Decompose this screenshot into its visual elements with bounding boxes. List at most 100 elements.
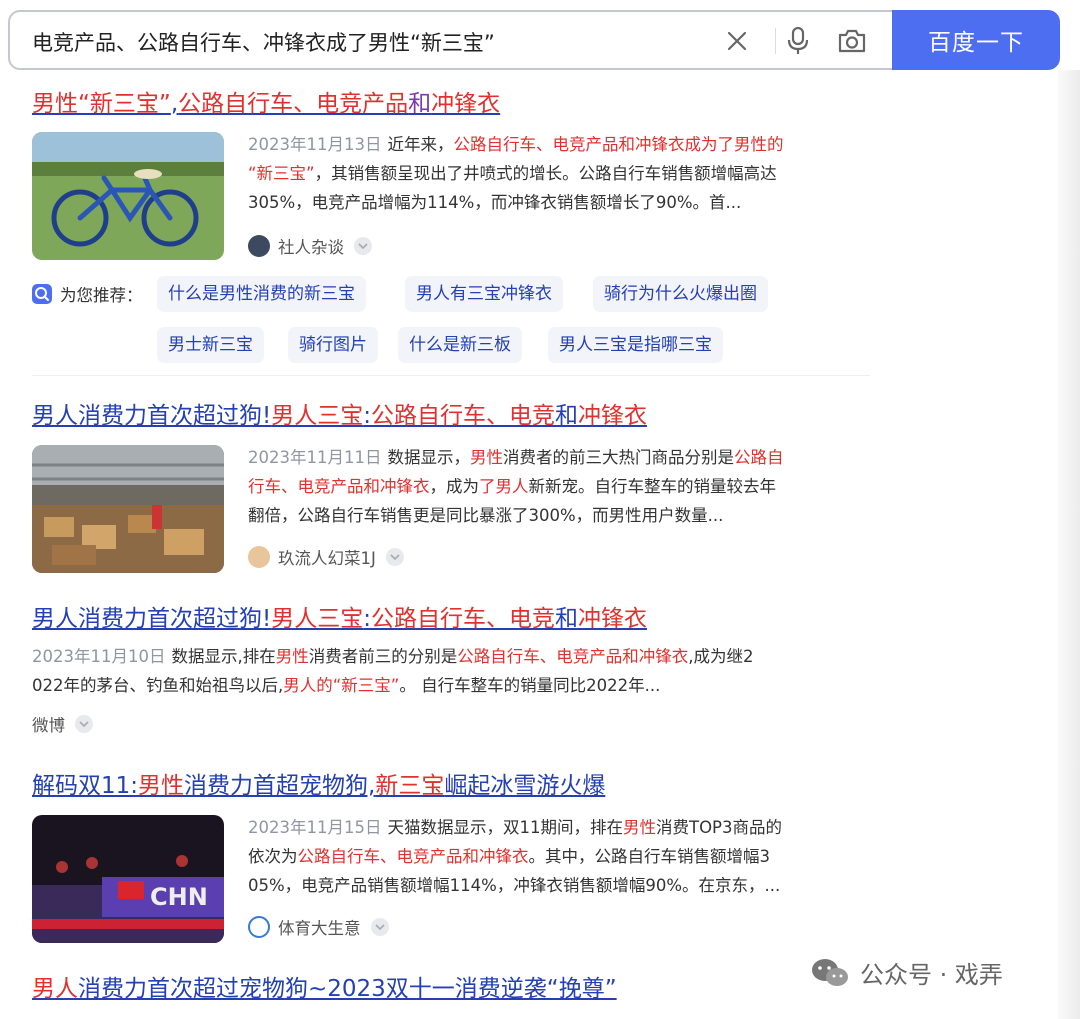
result-source[interactable]: 微博 — [32, 712, 93, 736]
text-segment: 数据显示,排在 — [171, 647, 276, 666]
highlight-text: 男性 — [275, 647, 309, 666]
result-thumbnail-bicycle[interactable] — [32, 132, 224, 260]
highlight-text: 公路自 — [733, 448, 784, 467]
microphone-icon[interactable] — [783, 26, 813, 56]
text-segment: : — [363, 606, 371, 632]
result-source[interactable]: 玖流人幻菜1J — [248, 545, 404, 569]
result-snippet: 2023年11月10日 数据显示,排在男性消费者前三的分别是公路自行车、电竞产品和… — [32, 642, 872, 700]
source-avatar — [248, 546, 270, 568]
highlight-text: 行车、电竞产品和冲锋衣 — [248, 477, 430, 496]
result-thumbnail-stage[interactable]: CHN — [32, 815, 224, 943]
divider — [775, 28, 776, 54]
highlight-text: 男性 — [138, 773, 185, 799]
recommend-label-text: 为您推荐： — [60, 286, 143, 305]
snippet-line: 022年的茅台、钓鱼和始祖鸟以后,男人的“新三宝”。 自行车整车的销量同比202… — [32, 671, 872, 700]
text-segment: 305%，电竞产品增幅为114%，而冲锋衣销售额增长了90%。首... — [248, 193, 742, 212]
snippet-line: 305%，电竞产品增幅为114%，而冲锋衣销售额增长了90%。首... — [248, 188, 873, 217]
result-5: 男人消费力首次超过宠物狗~2023双十一消费逆袭“挽尊” — [32, 973, 872, 1005]
more-icon[interactable] — [354, 237, 372, 255]
highlight-text: 公路自行车、电竞产品和冲锋衣 — [457, 647, 689, 666]
highlight-text: 公路自行车、电竞 — [370, 606, 555, 632]
recommend-tag[interactable]: 骑行图片 — [288, 327, 378, 363]
highlight-text: 男人三宝 — [271, 606, 364, 632]
search-input[interactable]: 电竞产品、公路自行车、冲锋衣成了男性“新三宝” — [8, 10, 900, 70]
text-segment: 。 自行车整车的销量同比2022年... — [399, 676, 661, 695]
highlight-text: 冲锋衣 — [577, 606, 647, 632]
text-segment: 和 — [554, 606, 578, 632]
text-segment: 新新宠。自行车整车的销量较去年 — [528, 477, 777, 496]
highlight-text: 男人三宝 — [271, 403, 364, 429]
svg-text:CHN: CHN — [150, 883, 208, 911]
recommend-tag[interactable]: 男人三宝是指哪三宝 — [548, 327, 723, 363]
highlight-text: 男性 — [469, 448, 503, 467]
search-query-text[interactable]: 电竞产品、公路自行车、冲锋衣成了男性“新三宝” — [32, 27, 495, 57]
text-segment: ,成为继2 — [688, 647, 754, 666]
highlight-text: 公路自行车、电竞产品 — [178, 91, 409, 117]
result-title[interactable]: 解码双11:男性消费力首超宠物狗,新三宝崛起冰雪游火爆 — [32, 770, 872, 802]
recommend-label: 为您推荐： — [32, 282, 143, 306]
search-bar: 电竞产品、公路自行车、冲锋衣成了男性“新三宝” 百度一下 — [8, 10, 1060, 70]
highlight-text: 男性“新三宝” — [32, 91, 171, 117]
recommend-tag[interactable]: 什么是新三板 — [398, 327, 522, 363]
text-segment: 天猫数据显示，双11期间，排在 — [387, 818, 623, 837]
text-segment: 消费力首次超过宠物狗~2023双十一消费逆袭“挽尊” — [78, 976, 617, 1002]
snippet-line: 依次为公路自行车、电竞产品和冲锋衣。其中，公路自行车销售额增幅3 — [248, 842, 873, 871]
result-snippet: 2023年11月15日 天猫数据显示，双11期间，排在男性消费TOP3商品的 依次为… — [248, 813, 873, 900]
highlight-text: 公路自行车、电竞产品和冲锋衣 — [297, 847, 529, 866]
result-2: 男人消费力首次超过狗!男人三宝:公路自行车、电竞和冲锋衣 — [32, 400, 872, 432]
highlight-text: 了男人 — [479, 477, 529, 496]
text-segment: 依次为 — [248, 847, 298, 866]
text-segment: 男人消费力首次超过狗! — [32, 403, 272, 429]
highlight-text: 公路自行车、电竞产品和冲锋衣成为了男性的 — [453, 135, 784, 154]
result-title[interactable]: 男人消费力首次超过宠物狗~2023双十一消费逆袭“挽尊” — [32, 973, 872, 1005]
scrollbar-track[interactable] — [1058, 70, 1080, 1019]
result-source[interactable]: 体育大生意 — [248, 915, 389, 939]
result-3: 男人消费力首次超过狗!男人三宝:公路自行车、电竞和冲锋衣 — [32, 603, 872, 635]
result-1: 男性“新三宝”,公路自行车、电竞产品和冲锋衣 — [32, 88, 872, 120]
clear-icon[interactable] — [722, 26, 752, 56]
source-name[interactable]: 社人杂谈 — [278, 234, 344, 258]
recommend-tag[interactable]: 男人有三宝冲锋衣 — [405, 276, 563, 312]
text-segment: 解码双11: — [32, 773, 139, 799]
snippet-line: 05%，电竞产品销售额增幅114%，冲锋衣销售额增幅90%。在京东，... — [248, 871, 873, 900]
result-thumbnail-warehouse[interactable] — [32, 445, 224, 573]
source-name[interactable]: 微博 — [32, 712, 65, 736]
result-source[interactable]: 社人杂谈 — [248, 234, 372, 258]
recommend-icon — [32, 284, 52, 304]
text-segment: 男人消费力首次超过狗! — [32, 606, 272, 632]
highlight-text: 公路自行车、电竞 — [370, 403, 555, 429]
recommend-tag[interactable]: 男士新三宝 — [157, 327, 264, 363]
text-segment: 。其中，公路自行车销售额增幅3 — [528, 847, 771, 866]
recommend-tag[interactable]: 骑行为什么火爆出圈 — [593, 276, 768, 312]
result-date: 2023年11月13日 — [248, 135, 382, 154]
text-segment: 近年来， — [387, 135, 454, 154]
source-name[interactable]: 玖流人幻菜1J — [278, 545, 376, 569]
snippet-line: 2023年11月15日 天猫数据显示，双11期间，排在男性消费TOP3商品的 — [248, 813, 873, 842]
text-segment: ，其销售额呈现出了井喷式的增长。公路自行车销售额增幅高达 — [314, 164, 777, 183]
result-title[interactable]: 男人消费力首次超过狗!男人三宝:公路自行车、电竞和冲锋衣 — [32, 603, 872, 635]
more-icon[interactable] — [370, 918, 389, 936]
result-title[interactable]: 男人消费力首次超过狗!男人三宝:公路自行车、电竞和冲锋衣 — [32, 400, 872, 432]
highlight-text: 冲锋衣 — [577, 403, 647, 429]
highlight-text: “新三宝” — [248, 164, 315, 183]
camera-icon[interactable] — [837, 26, 867, 56]
result-4: 解码双11:男性消费力首超宠物狗,新三宝崛起冰雪游火爆 — [32, 770, 872, 802]
source-avatar — [248, 916, 270, 938]
result-date: 2023年11月15日 — [248, 818, 382, 837]
more-icon[interactable] — [75, 715, 93, 733]
text-segment: ，成为 — [429, 477, 480, 496]
highlight-text: 男人 — [32, 976, 78, 1002]
search-button[interactable]: 百度一下 — [892, 10, 1060, 70]
result-date: 2023年11月10日 — [32, 647, 166, 666]
source-name[interactable]: 体育大生意 — [278, 915, 361, 939]
recommend-tag[interactable]: 什么是男性消费的新三宝 — [157, 276, 366, 312]
highlight-text: 冲锋衣 — [431, 91, 501, 117]
more-icon[interactable] — [385, 548, 404, 566]
text-segment: 消费TOP3商品的 — [655, 818, 782, 837]
result-title[interactable]: 男性“新三宝”,公路自行车、电竞产品和冲锋衣 — [32, 88, 872, 120]
text-segment: 消费力首超宠物狗, — [184, 773, 376, 799]
text-segment: 数据显示， — [387, 448, 470, 467]
text-segment: : — [363, 403, 371, 429]
highlight-text: 男性 — [622, 818, 656, 837]
snippet-line: 翻倍，公路自行车销售更是同比暴涨了300%，而男性用户数量... — [248, 501, 873, 530]
